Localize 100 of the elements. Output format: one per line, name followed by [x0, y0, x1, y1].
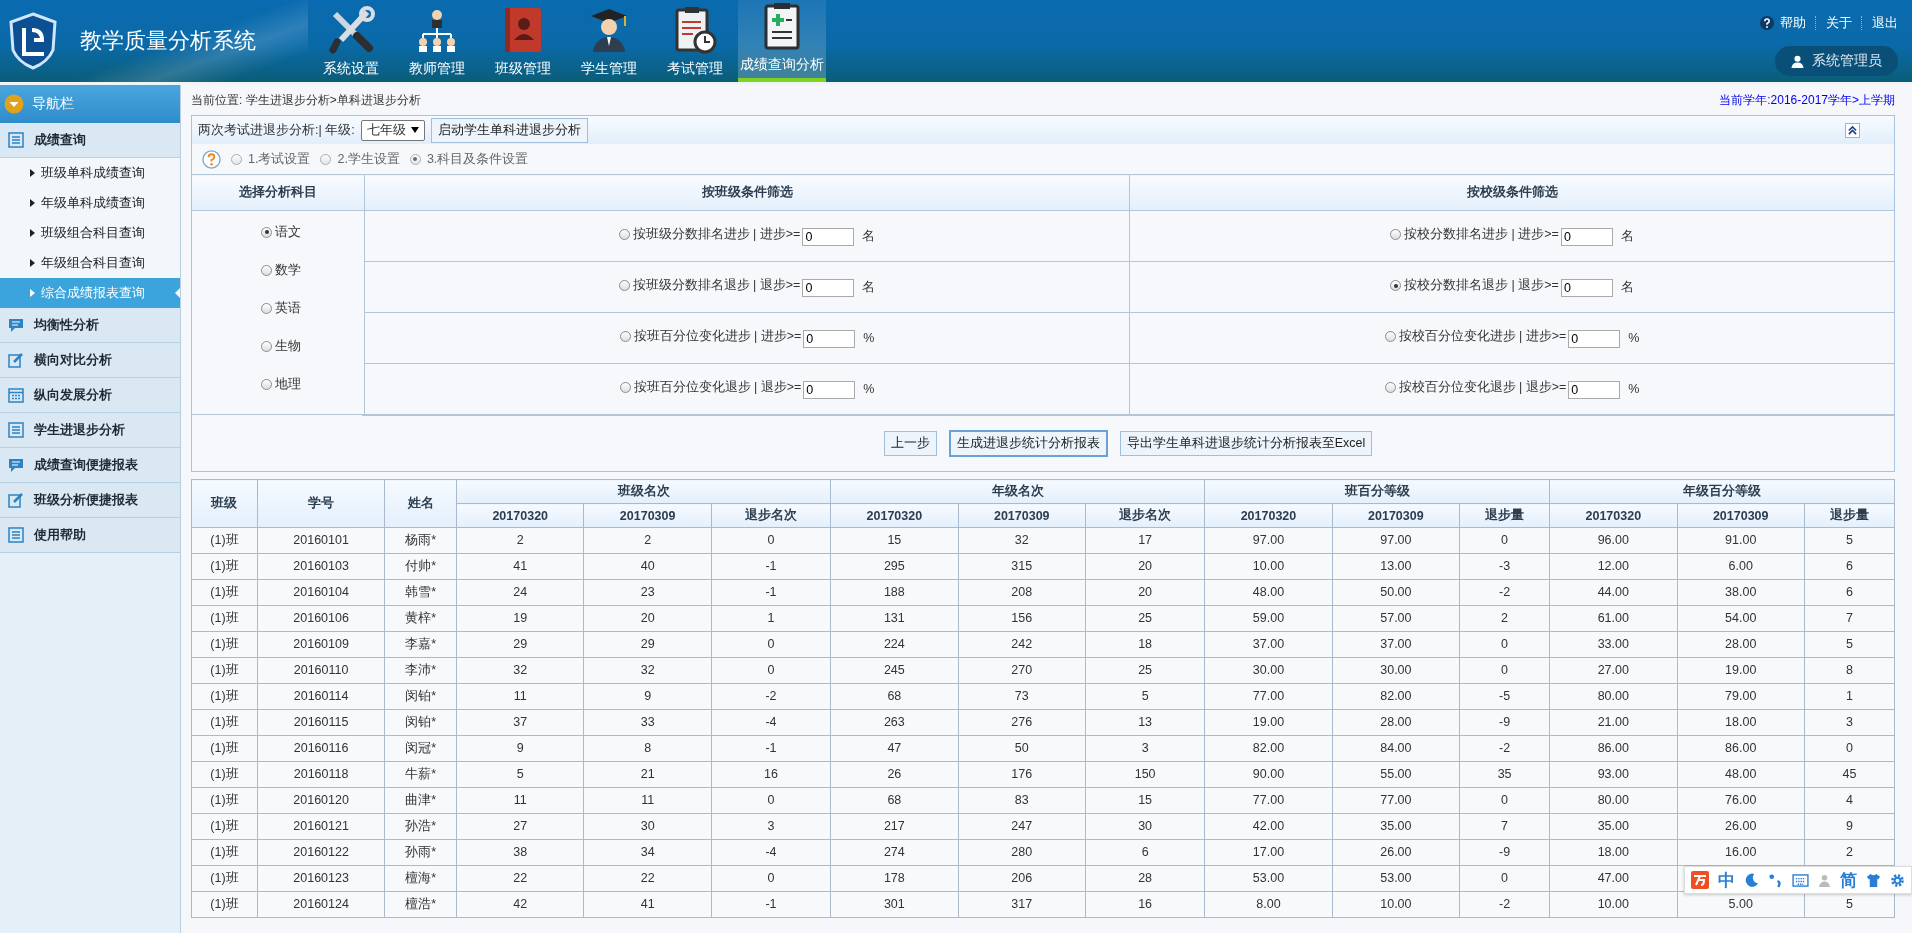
nav-tab[interactable]: 系统设置: [308, 0, 394, 82]
threshold-field[interactable]: 0: [802, 278, 855, 297]
collapse-button[interactable]: [1845, 122, 1860, 138]
caret-icon: [30, 229, 35, 237]
table-cell: 2: [1804, 839, 1895, 866]
shirt-icon[interactable]: [1866, 872, 1881, 888]
table-cell: 0: [1459, 657, 1550, 684]
step-radio[interactable]: 3.科目及条件设置: [409, 150, 529, 168]
action-button[interactable]: 生成进退步统计分析报表: [948, 430, 1108, 457]
table-cell: 20: [1085, 579, 1205, 606]
chat-bubble-icon: [8, 317, 24, 333]
punctuation-icon[interactable]: [1768, 872, 1783, 888]
step-radio[interactable]: 1.考试设置: [231, 150, 311, 168]
ime-logo-icon[interactable]: [1691, 871, 1709, 889]
header-link[interactable]: 退出: [1872, 14, 1898, 32]
step-radio[interactable]: 2.学生设置: [320, 150, 400, 168]
sidebar-item[interactable]: 班级单科成绩查询: [0, 158, 180, 188]
grade-select[interactable]: 七年级: [360, 119, 425, 141]
column-header: 班百分等级: [1204, 479, 1550, 504]
sidebar-group[interactable]: 纵向发展分析: [0, 378, 180, 413]
threshold-field[interactable]: 0: [1560, 278, 1613, 297]
table-cell: 10.00: [1332, 891, 1460, 918]
threshold-field[interactable]: 0: [803, 380, 856, 399]
table-cell: 35.00: [1549, 813, 1677, 840]
threshold-field[interactable]: 0: [1568, 380, 1621, 399]
sidebar-group[interactable]: 成绩查询便捷报表: [0, 448, 180, 483]
condition-radio[interactable]: 按班百分位变化退步 | 退步>=: [619, 379, 802, 397]
header-link[interactable]: 关于: [1826, 14, 1852, 32]
action-button[interactable]: 上一步: [883, 431, 937, 456]
table-cell: 13: [1085, 709, 1205, 736]
table-cell: (1)班: [191, 657, 258, 684]
table-cell: 44.00: [1549, 579, 1677, 606]
list-icon: [8, 132, 24, 148]
table-cell: 68: [830, 787, 959, 814]
table-cell: 2: [583, 527, 712, 554]
edit-icon: [8, 352, 24, 368]
column-header: 按班级条件筛选: [364, 174, 1130, 211]
sidebar-item[interactable]: 班级组合科目查询: [0, 218, 180, 248]
nav-tab[interactable]: 教师管理: [394, 0, 480, 82]
table-cell: 37.00: [1204, 631, 1333, 658]
table-cell: 0: [711, 631, 831, 658]
table-cell: 17.00: [1204, 839, 1333, 866]
subject-radio[interactable]: 语文: [261, 223, 363, 241]
column-header: 退步名次: [711, 503, 831, 528]
condition-radio[interactable]: 按校分数排名退步 | 退步>=: [1390, 277, 1559, 295]
keyboard-icon[interactable]: [1792, 873, 1809, 887]
table-cell: -9: [1459, 839, 1550, 866]
ime-script-button[interactable]: 简: [1840, 868, 1857, 892]
table-cell: 0: [711, 527, 831, 554]
action-button[interactable]: 导出学生单科进退步统计分析报表至Excel: [1119, 431, 1373, 456]
condition-radio[interactable]: 按班级分数排名进步 | 进步>=: [618, 226, 801, 244]
sidebar-item[interactable]: 年级组合科目查询: [0, 248, 180, 278]
nav-tab[interactable]: 学生管理: [566, 0, 652, 82]
table-cell: 47.00: [1549, 865, 1677, 892]
condition-radio[interactable]: 按班级分数排名退步 | 退步>=: [618, 277, 801, 295]
subject-radio[interactable]: 数学: [261, 261, 363, 279]
table-cell: 8: [1804, 657, 1895, 684]
column-header: 20170320: [456, 503, 584, 528]
sidebar-item[interactable]: 年级单科成绩查询: [0, 188, 180, 218]
nav-tab[interactable]: 成绩查询分析: [738, 0, 826, 82]
table-cell: 224: [830, 631, 959, 658]
sidebar-group[interactable]: 学生进退步分析: [0, 413, 180, 448]
nav-tab[interactable]: 班级管理: [480, 0, 566, 82]
table-cell: -1: [711, 735, 831, 762]
subject-radio[interactable]: 生物: [261, 337, 363, 355]
table-cell: 263: [830, 709, 959, 736]
moon-icon[interactable]: [1744, 872, 1759, 888]
header-link[interactable]: 帮助: [1780, 14, 1806, 32]
sidebar-group[interactable]: 均衡性分析: [0, 308, 180, 343]
table-cell: 247: [958, 813, 1086, 840]
table-cell: 檀浩*: [384, 891, 457, 918]
table-cell: 9: [456, 735, 584, 762]
table-cell: 16: [1085, 891, 1205, 918]
settings-icon[interactable]: [1890, 872, 1905, 888]
chat-bubble-icon: [8, 457, 24, 473]
table-cell: 11: [456, 683, 584, 710]
list-icon: [8, 422, 24, 438]
help-icon: [202, 149, 221, 169]
table-cell: 18: [1085, 631, 1205, 658]
subject-radio[interactable]: 英语: [261, 299, 363, 317]
sidebar-group[interactable]: 横向对比分析: [0, 343, 180, 378]
sidebar-group[interactable]: 成绩查询: [0, 123, 180, 158]
condition-radio[interactable]: 按校分数排名进步 | 进步>=: [1390, 226, 1559, 244]
unit-label: 名: [1620, 229, 1634, 244]
start-button[interactable]: 启动学生单科进退步分析: [430, 117, 588, 143]
condition-radio[interactable]: 按班百分位变化进步 | 进步>=: [619, 328, 802, 346]
threshold-field[interactable]: 0: [1560, 227, 1613, 246]
condition-radio[interactable]: 按校百分位变化退步 | 退步>=: [1384, 379, 1567, 397]
user-button[interactable]: 系统管理员: [1775, 46, 1898, 76]
subject-radio[interactable]: 地理: [261, 375, 363, 393]
ime-mode-button[interactable]: 中: [1718, 868, 1735, 892]
table-cell: 20160118: [257, 761, 385, 788]
threshold-field[interactable]: 0: [803, 329, 856, 348]
condition-radio[interactable]: 按校百分位变化进步 | 进步>=: [1384, 328, 1567, 346]
table-cell: 20160104: [257, 579, 385, 606]
threshold-field[interactable]: 0: [802, 227, 855, 246]
threshold-field[interactable]: 0: [1568, 329, 1621, 348]
sidebar-group[interactable]: 使用帮助: [0, 518, 180, 553]
nav-tab[interactable]: 考试管理: [652, 0, 738, 82]
sidebar-group[interactable]: 班级分析便捷报表: [0, 483, 180, 518]
